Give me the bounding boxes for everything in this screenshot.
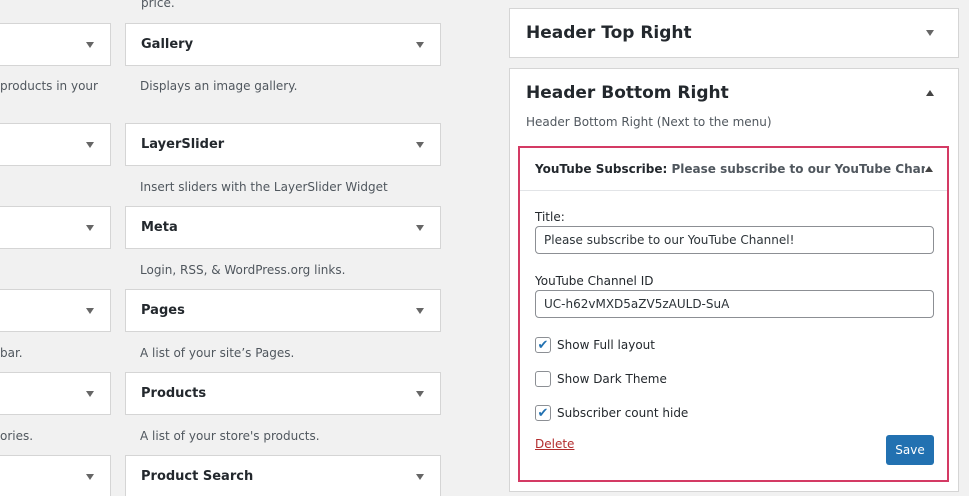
chevron-down-icon[interactable]: [86, 141, 94, 148]
far-left-widget-1[interactable]: [0, 23, 111, 66]
far-left-widget-5[interactable]: [0, 372, 111, 415]
far-left-widget-4[interactable]: [0, 289, 111, 332]
widget-desc: A list of your store's products.: [140, 429, 320, 443]
chevron-up-icon[interactable]: [926, 90, 934, 96]
chevron-down-icon[interactable]: [86, 390, 94, 397]
far-left-widget-6[interactable]: [0, 455, 111, 496]
delete-link[interactable]: Delete: [535, 437, 574, 451]
widget-layerslider[interactable]: LayerSlider: [125, 123, 441, 166]
far-left-widget-3[interactable]: [0, 206, 111, 249]
subscriber-count-hide-option[interactable]: ✔ Subscriber count hide: [535, 405, 688, 421]
widget-name: Products: [141, 386, 207, 401]
chevron-down-icon[interactable]: [86, 41, 94, 48]
chevron-down-icon[interactable]: [86, 473, 94, 480]
widget-products[interactable]: Products: [125, 372, 441, 415]
show-full-layout-option[interactable]: ✔ Show Full layout: [535, 337, 655, 353]
chevron-down-icon[interactable]: [416, 224, 424, 231]
checkbox-checked[interactable]: ✔: [535, 405, 551, 421]
channel-id-label: YouTube Channel ID: [535, 274, 654, 288]
youtube-subscribe-widget: YouTube Subscribe: Please subscribe to o…: [518, 146, 949, 482]
save-button[interactable]: Save: [886, 435, 934, 465]
chevron-down-icon[interactable]: [416, 41, 424, 48]
widget-desc: Displays an image gallery.: [140, 79, 298, 93]
far-left-widget-2[interactable]: [0, 123, 111, 166]
widget-name: LayerSlider: [141, 137, 225, 152]
widget-title: YouTube Subscribe: Please subscribe to o…: [535, 162, 925, 176]
widget-header[interactable]: YouTube Subscribe: Please subscribe to o…: [520, 148, 947, 191]
chevron-down-icon[interactable]: [86, 307, 94, 314]
sidebar-header-top-right[interactable]: Header Top Right: [509, 8, 959, 58]
widget-name: Product Search: [141, 469, 254, 484]
chevron-down-icon[interactable]: [416, 307, 424, 314]
sidebar-description: Header Bottom Right (Next to the menu): [526, 115, 772, 129]
widget-desc: Login, RSS, & WordPress.org links.: [140, 263, 346, 277]
channel-id-input[interactable]: UC-h62vMXD5aZV5zAULD-SuA: [535, 290, 934, 318]
sidebar-title[interactable]: Header Bottom Right: [526, 83, 729, 103]
chevron-up-icon[interactable]: [925, 166, 933, 172]
show-dark-theme-option[interactable]: Show Dark Theme: [535, 371, 667, 387]
far-left-desc-5: ories.: [0, 429, 34, 443]
sidebar-title: Header Top Right: [526, 23, 692, 43]
widget-name: Meta: [141, 220, 178, 235]
widget-product-search[interactable]: Product Search: [125, 455, 441, 496]
checkbox-checked[interactable]: ✔: [535, 337, 551, 353]
widget-desc: Insert sliders with the LayerSlider Widg…: [140, 180, 388, 194]
title-label: Title:: [535, 210, 565, 224]
widget-name: Gallery: [141, 37, 194, 52]
top-fragment-text: price.: [141, 0, 175, 10]
widget-pages[interactable]: Pages: [125, 289, 441, 332]
chevron-down-icon[interactable]: [416, 141, 424, 148]
chevron-down-icon[interactable]: [926, 30, 934, 36]
widget-name: Pages: [141, 303, 185, 318]
widget-desc: A list of your site’s Pages.: [140, 346, 295, 360]
far-left-desc-4: bar.: [0, 346, 23, 360]
checkbox-label: Show Dark Theme: [557, 372, 667, 386]
far-left-desc-1: products in your: [0, 79, 98, 93]
chevron-down-icon[interactable]: [86, 224, 94, 231]
checkbox-label: Show Full layout: [557, 338, 655, 352]
title-input[interactable]: Please subscribe to our YouTube Channel!: [535, 226, 934, 254]
widget-meta[interactable]: Meta: [125, 206, 441, 249]
chevron-down-icon[interactable]: [416, 390, 424, 397]
checkbox-label: Subscriber count hide: [557, 406, 689, 420]
chevron-down-icon[interactable]: [416, 473, 424, 480]
checkbox-unchecked[interactable]: [535, 371, 551, 387]
widget-gallery[interactable]: Gallery: [125, 23, 441, 66]
